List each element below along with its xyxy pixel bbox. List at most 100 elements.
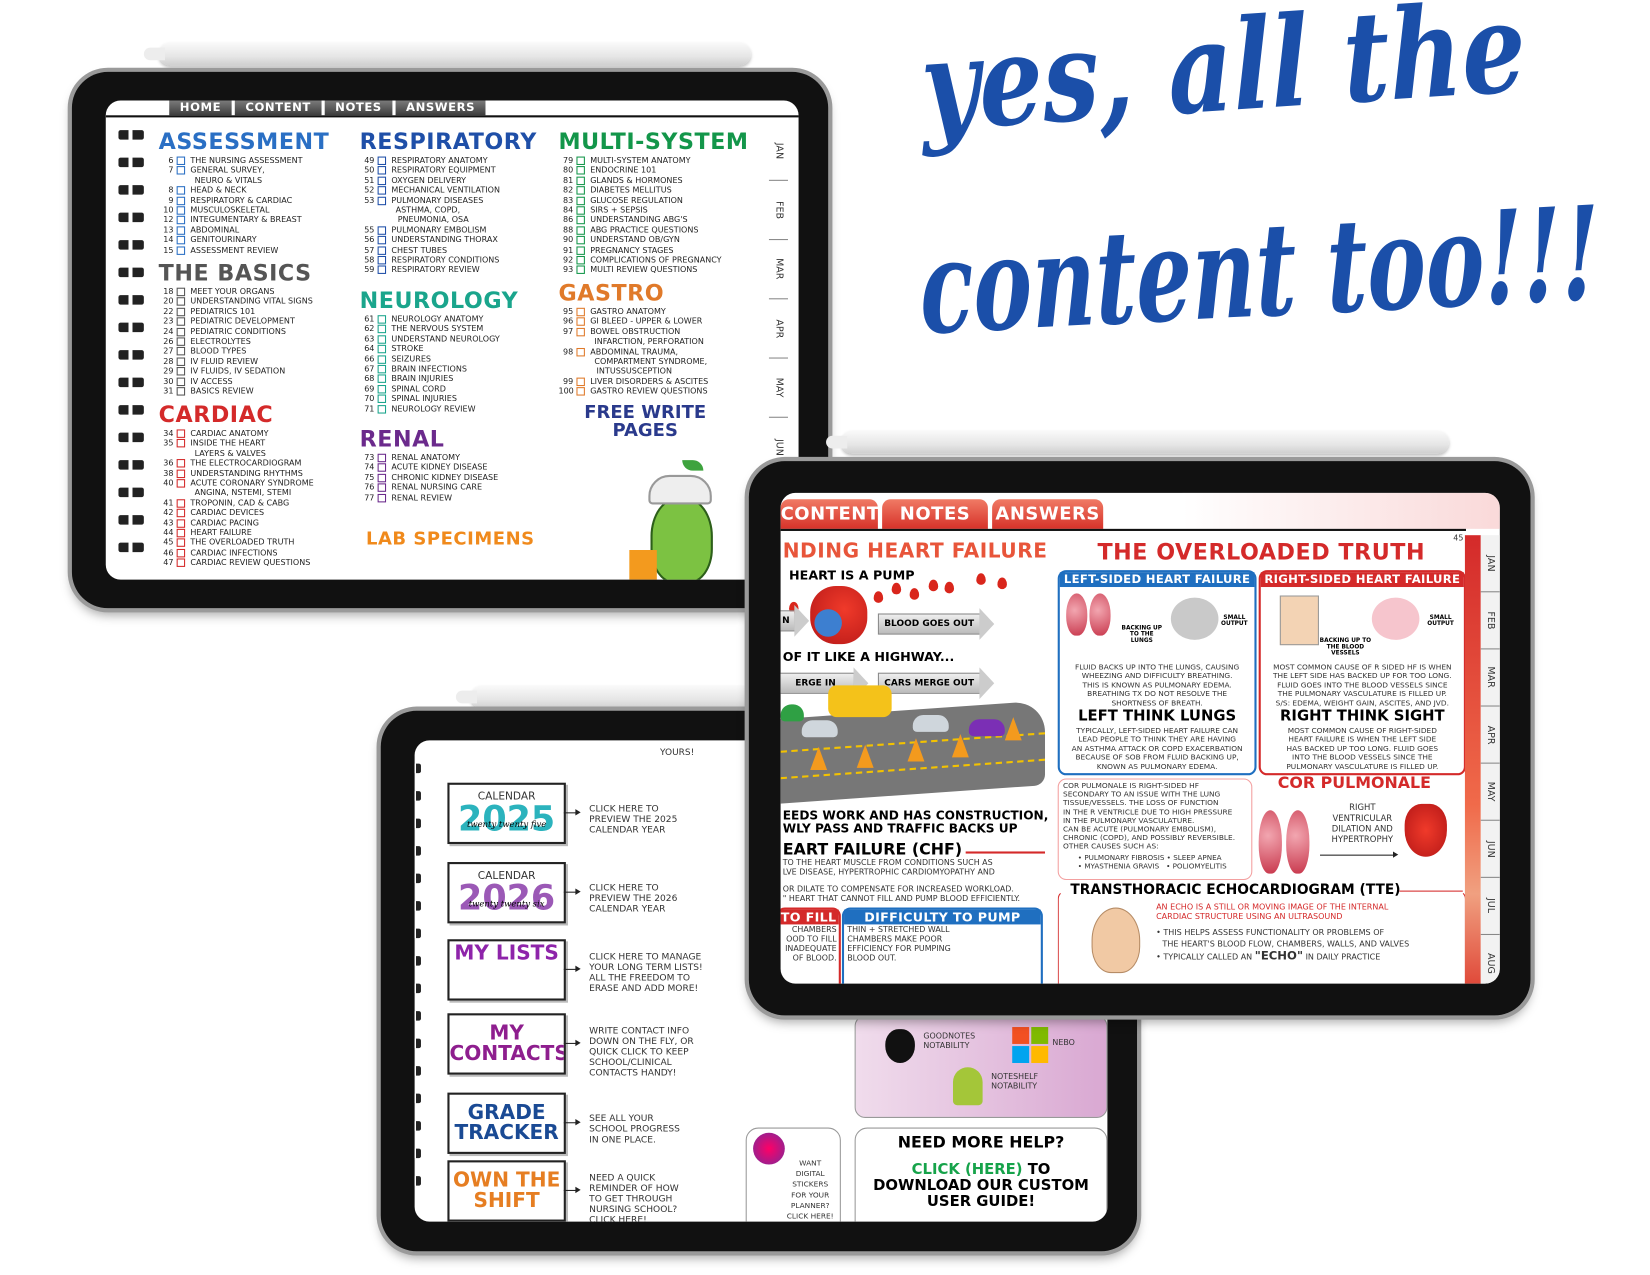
list-item[interactable]: 44 HEART FAILURE (159, 528, 314, 538)
card-my-lists[interactable]: MY LISTS (447, 939, 566, 1001)
checkbox[interactable] (576, 216, 585, 225)
list-item[interactable]: 10 MUSCULOSKELETAL (159, 205, 330, 215)
month-tab-jun[interactable]: JUN (1480, 821, 1500, 878)
checkbox[interactable] (176, 479, 186, 488)
tab-home[interactable]: HOME (169, 100, 232, 116)
list-item[interactable]: 57 CHEST TUBES (360, 245, 537, 255)
checkbox[interactable] (576, 206, 585, 215)
list-item[interactable]: 45 THE OVERLOADED TRUTH (159, 538, 314, 548)
checkbox[interactable] (377, 493, 387, 503)
checkbox[interactable] (377, 196, 387, 205)
checkbox[interactable] (176, 429, 186, 438)
list-item[interactable]: 41 TROPONIN, CAD & CABG (159, 498, 314, 508)
list-item[interactable]: 7 GENERAL SURVEY, (159, 165, 330, 175)
checkbox[interactable] (377, 226, 387, 235)
section-title[interactable]: ASSESSMENT (159, 130, 330, 153)
list-item[interactable]: 74 ACUTE KIDNEY DISEASE (360, 463, 499, 473)
list-item[interactable]: 42 CARDIAC DEVICES (159, 508, 314, 518)
month-tab-may[interactable]: MAY (768, 359, 788, 418)
list-item[interactable]: 97 BOWEL OBSTRUCTION (558, 327, 708, 337)
checkbox[interactable] (176, 337, 186, 346)
section-title[interactable]: RENAL (360, 427, 499, 450)
section-title[interactable]: RESPIRATORY (360, 130, 537, 153)
checkbox[interactable] (576, 166, 585, 175)
list-item[interactable]: 49 RESPIRATORY ANATOMY (360, 155, 537, 166)
list-item[interactable]: 63 UNDERSTAND NEUROLOGY (360, 334, 519, 344)
list-item[interactable]: 50 RESPIRATORY EQUIPMENT (360, 165, 537, 175)
checkbox[interactable] (576, 377, 585, 386)
month-tab-jan[interactable]: JAN (768, 122, 788, 181)
list-item[interactable]: 90 UNDERSTAND OB/GYN (558, 235, 748, 245)
list-item[interactable]: 46 CARDIAC INFECTIONS (159, 548, 314, 558)
list-item[interactable]: 23 PEDIATRIC DEVELOPMENT (159, 316, 313, 327)
list-item[interactable]: 73 RENAL ANATOMY (360, 453, 499, 463)
checkbox[interactable] (377, 166, 387, 175)
list-item[interactable]: 84 SIRS + SEPSIS (558, 205, 748, 215)
checkbox[interactable] (176, 518, 186, 528)
checkbox[interactable] (377, 325, 387, 334)
checkbox[interactable] (176, 246, 186, 255)
checkbox[interactable] (176, 216, 186, 225)
checkbox[interactable] (377, 315, 387, 324)
checkbox[interactable] (576, 226, 585, 235)
card-grade-tracker[interactable]: GRADE TRACKER (447, 1092, 566, 1154)
list-item[interactable]: 31 BASICS REVIEW (159, 386, 313, 396)
list-item[interactable]: 53 PULMONARY DISEASES (360, 195, 537, 205)
checkbox[interactable] (176, 226, 186, 235)
checkbox[interactable] (576, 246, 585, 255)
list-item[interactable]: 52 MECHANICAL VENTILATION (360, 185, 537, 195)
list-item[interactable]: 20 UNDERSTANDING VITAL SIGNS (159, 297, 313, 307)
checkbox[interactable] (377, 453, 387, 463)
checkbox[interactable] (377, 364, 387, 374)
digital-stickers-link[interactable]: WANT DIGITAL STICKERS FOR YOUR PLANNER? CLICK… (745, 1127, 841, 1222)
checkbox[interactable] (176, 347, 186, 356)
checkbox[interactable] (176, 558, 186, 568)
list-item[interactable]: 26 ELECTROLYTES (159, 336, 313, 346)
checkbox[interactable] (176, 439, 186, 448)
section-title[interactable]: THE BASICS (159, 261, 313, 284)
checkbox[interactable] (377, 463, 387, 473)
month-tab-jan[interactable]: JAN (1480, 535, 1500, 593)
list-item[interactable]: 75 CHRONIC KIDNEY DISEASE (360, 473, 498, 483)
list-item[interactable]: 43 CARDIAC PACING (159, 518, 314, 528)
list-item[interactable]: 18 MEET YOUR ORGANS (159, 287, 313, 297)
card-my-contacts[interactable]: MY CONTACTS (447, 1013, 566, 1075)
checkbox[interactable] (576, 327, 585, 337)
list-item[interactable]: 96 GI BLEED - UPPER & LOWER (558, 317, 708, 327)
checkbox[interactable] (176, 528, 186, 538)
checkbox[interactable] (576, 256, 585, 265)
checkbox[interactable] (576, 236, 585, 245)
lab-specimens-link[interactable]: LAB SPECIMENS (366, 529, 535, 550)
list-item[interactable]: 59 RESPIRATORY REVIEW (360, 265, 537, 275)
list-item[interactable]: 77 RENAL REVIEW (360, 492, 499, 503)
list-item[interactable]: 38 UNDERSTANDING RHYTHMS (159, 468, 314, 478)
checkbox[interactable] (576, 387, 585, 396)
list-item[interactable]: 61 NEUROLOGY ANATOMY (360, 314, 519, 324)
tab-notes[interactable]: NOTES (882, 499, 988, 529)
list-item[interactable]: 91 PREGNANCY STAGES (558, 245, 748, 255)
checkbox[interactable] (576, 186, 585, 195)
list-item[interactable]: 27 BLOOD TYPES (159, 346, 313, 356)
month-tab-apr[interactable]: APR (1480, 707, 1500, 764)
card-own-the-shift[interactable]: OWN THE SHIFT (447, 1160, 566, 1222)
list-item[interactable]: 56 UNDERSTANDING THORAX (360, 235, 537, 245)
month-tab-apr[interactable]: APR (768, 299, 788, 359)
checkbox[interactable] (377, 236, 387, 245)
list-item[interactable]: 99 LIVER DISORDERS & ASCITES (558, 376, 708, 386)
list-item[interactable]: 80 ENDOCRINE 101 (558, 165, 748, 175)
month-tab-aug[interactable]: AUG (1481, 935, 1500, 984)
checkbox[interactable] (377, 265, 387, 275)
list-item[interactable]: 51 OXYGEN DELIVERY (360, 175, 537, 185)
checkbox[interactable] (176, 377, 186, 386)
section-title[interactable]: MULTI-SYSTEM (558, 130, 748, 153)
checkbox[interactable] (176, 548, 186, 558)
checkbox[interactable] (176, 509, 186, 518)
list-item[interactable]: 92 COMPLICATIONS OF PREGNANCY (558, 255, 748, 265)
list-item[interactable]: 68 BRAIN INJURIES (360, 374, 519, 384)
list-item[interactable]: 70 SPINAL INJURIES (360, 394, 519, 404)
checkbox[interactable] (176, 156, 186, 166)
checkbox[interactable] (377, 483, 387, 493)
checkbox[interactable] (576, 347, 585, 357)
section-title[interactable]: NEUROLOGY (360, 289, 519, 312)
checkbox[interactable] (176, 327, 186, 336)
